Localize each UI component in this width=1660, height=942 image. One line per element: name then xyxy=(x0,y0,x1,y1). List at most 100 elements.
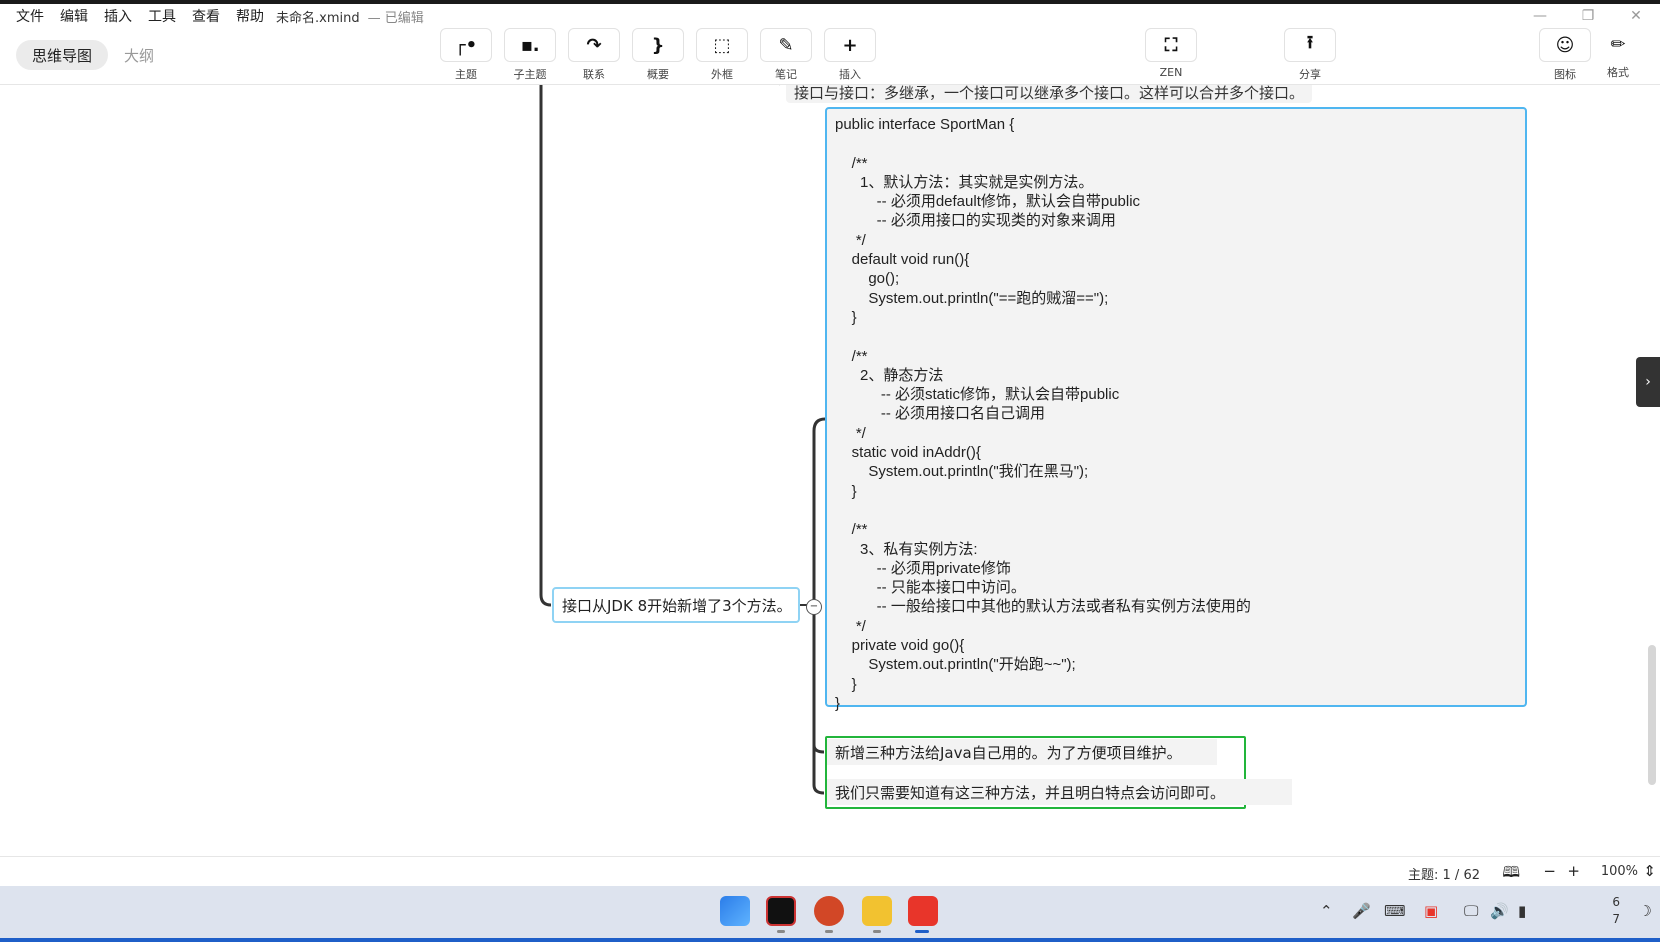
summary-button[interactable]: } 概要 xyxy=(632,28,684,82)
view-tabs: 思维导图 大纲 xyxy=(16,40,170,70)
collapse-icon[interactable]: − xyxy=(806,599,822,615)
microphone-icon[interactable]: 🎤 xyxy=(1352,902,1371,920)
tab-outline[interactable]: 大纲 xyxy=(108,40,170,70)
chevron-up-icon[interactable]: ⌃ xyxy=(1320,902,1333,920)
brush-icon: ✏ xyxy=(1593,28,1643,60)
topic-icon: ┌• xyxy=(440,28,492,62)
clock-line-1: 6 xyxy=(1612,895,1620,909)
insert-button[interactable]: + 插入 xyxy=(824,28,876,82)
summary-icon: } xyxy=(632,28,684,62)
menu-view[interactable]: 查看 xyxy=(192,6,220,26)
topic-node-note-1[interactable]: 新增三种方法给Java自己用的。为了方便项目维护。 xyxy=(827,739,1217,765)
network-icon[interactable]: 🖵 xyxy=(1464,902,1478,920)
code-line: System.out.println("我们在黑马"); xyxy=(835,463,1089,481)
xmind-icon[interactable] xyxy=(908,896,938,926)
smiley-icon: ☺ xyxy=(1539,28,1591,62)
tab-mindmap[interactable]: 思维导图 xyxy=(16,40,109,70)
share-label: 分享 xyxy=(1299,68,1321,81)
running-indicator xyxy=(777,930,785,933)
code-line: -- 必须用接口的实现类的对象来调用 xyxy=(835,212,1116,230)
share-button[interactable]: ⭱ 分享 xyxy=(1284,28,1336,82)
subtopic-icon: ▪․ xyxy=(504,28,556,62)
icon-panel-button[interactable]: ☺ 图标 xyxy=(1539,28,1591,82)
code-line: -- 必须static修饰，默认会自带public xyxy=(835,386,1120,404)
menu-file[interactable]: 文件 xyxy=(16,6,44,26)
format-button[interactable]: ✏ 格式 xyxy=(1592,28,1644,80)
minimize-icon[interactable]: — xyxy=(1516,4,1564,28)
running-indicator xyxy=(873,930,881,933)
code-text: public interface SportMan { /** 1、默认方法：其… xyxy=(835,115,1517,713)
mindmap-canvas[interactable]: 接口与接口：多继承，一个接口可以继承多个接口。这样可以合并多个接口。 接口从JD… xyxy=(0,85,1660,845)
active-indicator xyxy=(915,930,929,933)
code-line: /** xyxy=(835,154,868,172)
chevron-right-icon: › xyxy=(1645,374,1651,390)
menu-bar: 文件 编辑 插入 工具 查看 帮助 未命名.xmind — 已编辑 xyxy=(0,4,1660,28)
close-icon[interactable]: ✕ xyxy=(1612,4,1660,28)
note-label: 笔记 xyxy=(775,68,797,81)
menu-insert[interactable]: 插入 xyxy=(104,6,132,26)
menu-edit[interactable]: 编辑 xyxy=(60,6,88,26)
icon-panel-label: 图标 xyxy=(1554,68,1576,81)
code-line: /** xyxy=(835,521,868,539)
code-line: 3、私有实例方法: xyxy=(835,540,978,558)
note-button[interactable]: ✎ 笔记 xyxy=(760,28,812,82)
restore-icon[interactable]: ❐ xyxy=(1564,4,1612,28)
code-line: } xyxy=(835,694,841,712)
menu-tools[interactable]: 工具 xyxy=(148,6,176,26)
topic-label: 主题 xyxy=(455,68,477,81)
file-name: 未命名.xmind xyxy=(276,10,360,26)
format-label: 格式 xyxy=(1607,66,1629,79)
zoom-in-icon[interactable]: + xyxy=(1567,862,1580,880)
insert-label: 插入 xyxy=(839,68,861,81)
topic-node-note-2[interactable]: 我们只需要知道有这三种方法，并且明白特点会访问即可。 xyxy=(827,779,1292,805)
subtopic-button[interactable]: ▪․ 子主题 xyxy=(504,28,556,82)
topic-node-jdk8[interactable]: 接口从JDK 8开始新增了3个方法。 xyxy=(552,587,800,623)
share-icon: ⭱ xyxy=(1284,28,1336,62)
os-taskbar: ⌃ 🎤 ⌨ ▣ 🖵 🔊 ▮ 6 7 ☽ xyxy=(0,886,1660,938)
relation-button[interactable]: ↷ 联系 xyxy=(568,28,620,82)
code-line: go(); xyxy=(835,270,900,288)
zen-button[interactable]: ⛶ ZEN xyxy=(1145,28,1197,79)
edit-status: — 已编辑 xyxy=(367,10,424,26)
clock-line-2: 7 xyxy=(1612,912,1620,926)
code-line: } xyxy=(835,308,857,326)
boundary-button[interactable]: ⬚ 外框 xyxy=(696,28,748,82)
zen-label: ZEN xyxy=(1159,66,1183,79)
boundary-icon: ⬚ xyxy=(696,28,748,62)
clock[interactable]: 6 7 xyxy=(1612,894,1620,928)
input-method-icon[interactable]: ⌨ xyxy=(1384,902,1406,920)
intellij-icon[interactable] xyxy=(766,896,796,926)
code-line: System.out.println("开始跑~~"); xyxy=(835,656,1076,674)
code-line: 2、静态方法 xyxy=(835,366,944,384)
volume-icon[interactable]: 🔊 xyxy=(1490,902,1509,920)
subtopic-label: 子主题 xyxy=(513,68,547,81)
note-icon: ✎ xyxy=(760,28,812,62)
running-indicator xyxy=(825,930,833,933)
zoom-stepper-icon[interactable]: ⇕ xyxy=(1643,862,1656,880)
book-icon[interactable]: 🕮 xyxy=(1502,862,1520,887)
code-line: 1、默认方法：其实就是实例方法。 xyxy=(835,173,1094,191)
code-topic-node[interactable]: public interface SportMan { /** 1、默认方法：其… xyxy=(825,107,1527,712)
topic-button[interactable]: ┌• 主题 xyxy=(440,28,492,82)
menu-help[interactable]: 帮助 xyxy=(236,6,264,26)
code-line: private void go(){ xyxy=(835,637,965,655)
plus-icon: + xyxy=(824,28,876,62)
powerpoint-icon[interactable] xyxy=(814,896,844,926)
code-line: -- 只能本接口中访问。 xyxy=(835,579,1026,597)
side-panel-toggle[interactable]: › xyxy=(1636,357,1660,407)
zoom-out-icon[interactable]: − xyxy=(1543,862,1556,880)
code-line: -- 必须用default修饰，默认会自带public xyxy=(835,193,1141,211)
code-line: } xyxy=(835,675,857,693)
windows-start-icon[interactable] xyxy=(720,896,750,926)
relation-label: 联系 xyxy=(583,68,605,81)
code-line: /** xyxy=(835,347,868,365)
battery-icon[interactable]: ▮ xyxy=(1518,902,1526,920)
app-tray-icon[interactable]: ▣ xyxy=(1424,902,1438,920)
topic-node-top[interactable]: 接口与接口：多继承，一个接口可以继承多个接口。这样可以合并多个接口。 xyxy=(786,85,1313,103)
code-line: default void run(){ xyxy=(835,251,970,269)
code-line: static void inAddr(){ xyxy=(835,444,981,462)
file-explorer-icon[interactable] xyxy=(862,896,892,926)
zoom-level[interactable]: 100% xyxy=(1601,864,1638,879)
moon-icon[interactable]: ☽ xyxy=(1639,902,1652,920)
vertical-scrollbar[interactable] xyxy=(1648,645,1656,785)
